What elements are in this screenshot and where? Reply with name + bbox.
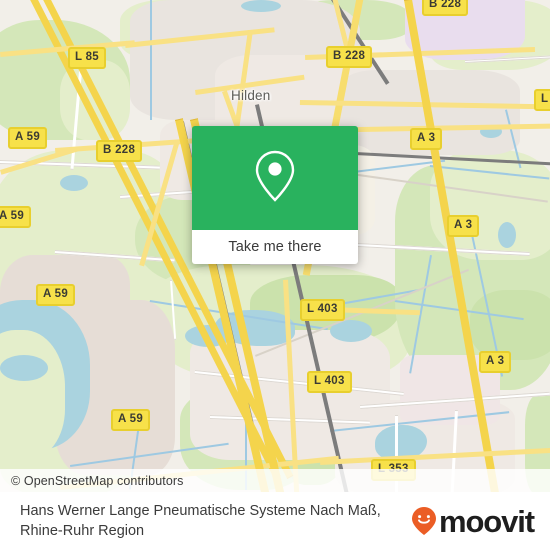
map-attribution-bar: © OpenStreetMap contributors [0, 469, 550, 492]
moovit-logo[interactable]: moovit [411, 506, 538, 537]
road-shield[interactable]: A 3 [479, 351, 512, 373]
city-label-hilden: Hilden [231, 88, 271, 103]
road-shield[interactable]: L 403 [307, 371, 352, 393]
moovit-pin-icon [411, 506, 437, 536]
popup-action-bar[interactable]: Take me there [192, 230, 358, 264]
road-shield[interactable]: L 403 [300, 299, 345, 321]
take-me-there-label: Take me there [228, 239, 322, 255]
caption-bar: Hans Werner Lange Pneumatische Systeme N… [0, 492, 550, 550]
road-shield[interactable]: A 59 [36, 284, 76, 306]
road-shield[interactable]: A 59 [8, 127, 48, 149]
place-title: Hans Werner Lange Pneumatische Systeme N… [20, 503, 381, 539]
road-shield[interactable]: L [534, 89, 550, 111]
road-shield[interactable]: A 3 [447, 215, 480, 237]
popup-icon-panel [192, 126, 358, 230]
map-pin-icon [253, 148, 297, 209]
road-shield[interactable]: A 3 [410, 128, 443, 150]
screenshot-root: Hilden L 85 B 228 B 228 B 228 A 59 A 59 … [0, 0, 550, 550]
map-canvas[interactable]: Hilden L 85 B 228 B 228 B 228 A 59 A 59 … [0, 0, 550, 492]
road-shield[interactable]: A 59 [0, 206, 32, 228]
attribution-text[interactable]: © OpenStreetMap contributors [0, 474, 184, 488]
moovit-wordmark: moovit [438, 503, 535, 539]
road-shield[interactable]: L 85 [68, 47, 107, 69]
road-shield[interactable]: B 228 [422, 0, 469, 16]
road-shield[interactable]: B 228 [326, 46, 373, 68]
road-shield[interactable]: B 228 [96, 140, 143, 162]
map-popup-card[interactable]: Take me there [192, 126, 358, 264]
road-shield[interactable]: A 59 [111, 409, 151, 431]
